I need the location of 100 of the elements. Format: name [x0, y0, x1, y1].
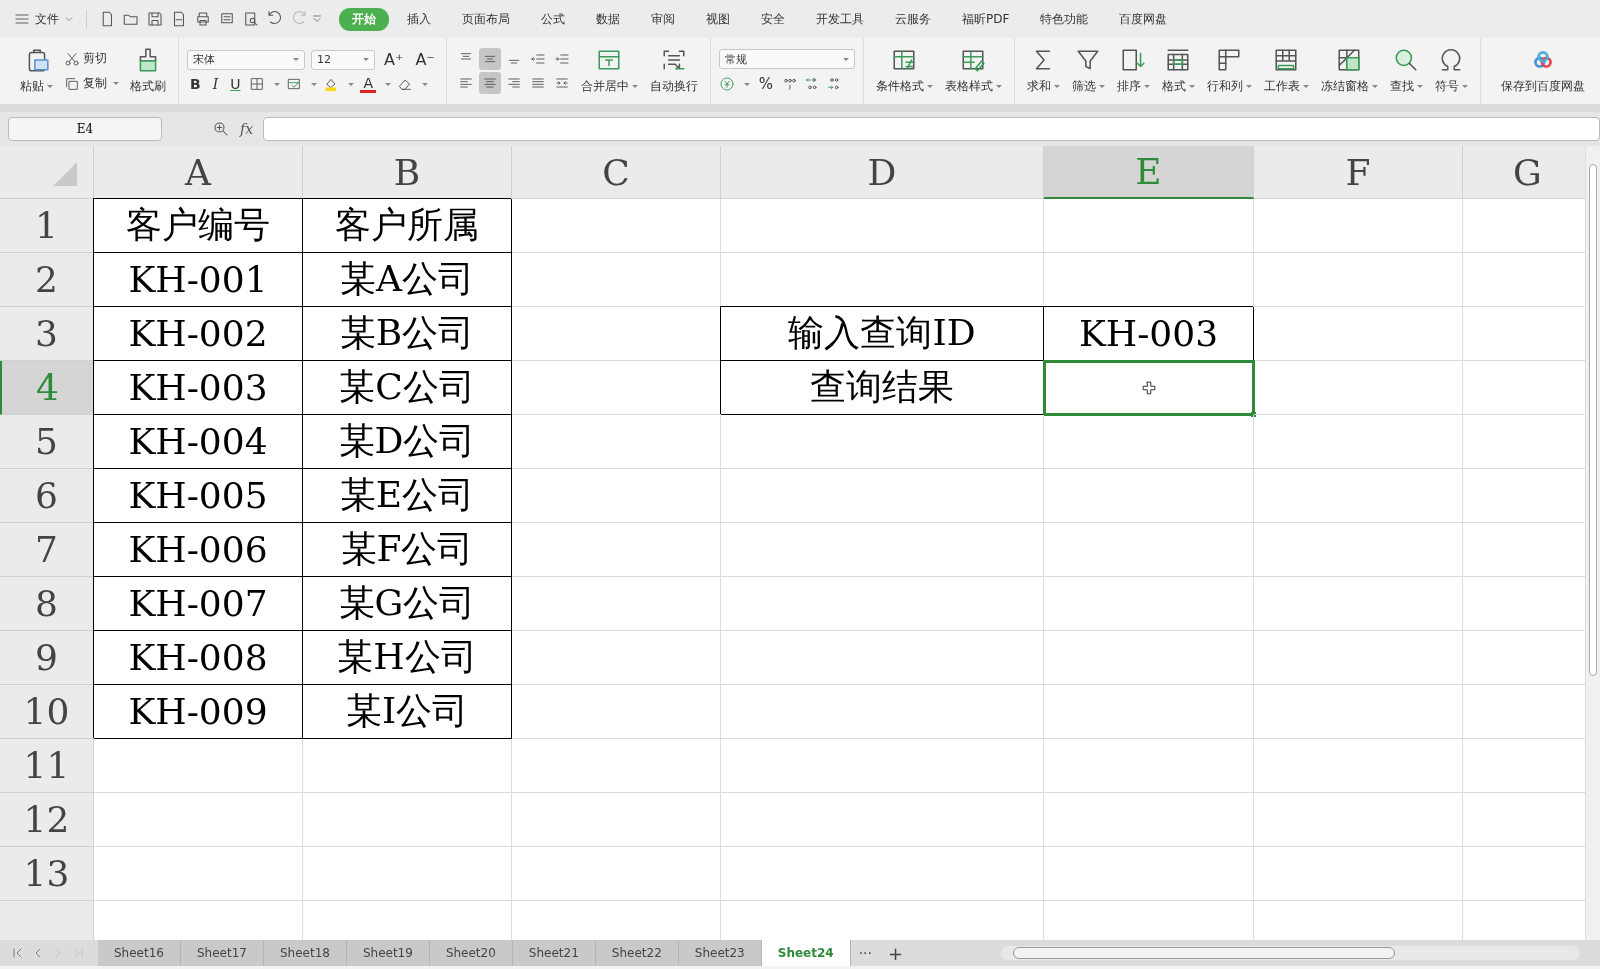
empty-cell[interactable] — [721, 523, 1044, 577]
printer-icon[interactable] — [194, 10, 212, 28]
empty-cell[interactable] — [1254, 631, 1463, 685]
rows-columns-icon[interactable] — [1216, 47, 1243, 73]
empty-cell[interactable] — [512, 739, 721, 793]
toolbar-button[interactable]: 格式 — [1157, 45, 1199, 97]
empty-cell[interactable] — [1254, 847, 1463, 901]
menu-tab[interactable]: 开发工具 — [803, 7, 877, 31]
table-cell[interactable]: 某I公司 — [303, 685, 512, 739]
grow-font-button[interactable]: A⁺ — [381, 50, 407, 69]
select-all-triangle-icon[interactable] — [51, 160, 79, 188]
empty-cell[interactable] — [721, 631, 1044, 685]
empty-cell[interactable] — [1254, 685, 1463, 739]
toolbar-button[interactable]: 复制 — [61, 74, 122, 93]
table-cell[interactable]: KH-005 — [94, 469, 303, 523]
magnifier-page-icon[interactable] — [242, 10, 260, 28]
row-header[interactable]: 5 — [0, 415, 94, 469]
table-cell[interactable]: 某B公司 — [303, 307, 512, 361]
sheet-tab[interactable]: Sheet21 — [512, 940, 596, 966]
empty-cell[interactable] — [512, 793, 721, 847]
table-cell[interactable]: 某A公司 — [303, 253, 512, 307]
vertical-scrollbar[interactable] — [1585, 146, 1600, 940]
empty-cell[interactable] — [512, 577, 721, 631]
zoom-icon[interactable] — [212, 120, 230, 138]
row-header[interactable]: 1 — [0, 199, 94, 253]
table-cell[interactable]: KH-003 — [94, 361, 303, 415]
toolbar-button[interactable]: 剪切 — [61, 49, 122, 68]
name-box[interactable]: E4 — [8, 117, 162, 141]
menu-tab[interactable]: 页面布局 — [449, 7, 523, 31]
row-header[interactable]: 2 — [0, 253, 94, 307]
table-cell[interactable]: KH-009 — [94, 685, 303, 739]
empty-cell[interactable] — [1254, 415, 1463, 469]
empty-cell[interactable] — [1254, 361, 1463, 415]
table-cell[interactable]: 某G公司 — [303, 577, 512, 631]
toolbar-button[interactable]: 表格样式 — [940, 45, 1006, 97]
toolbar-button[interactable]: 筛选 — [1067, 45, 1109, 97]
menu-tab[interactable]: 视图 — [693, 7, 743, 31]
empty-cell[interactable] — [512, 847, 721, 901]
percent-button[interactable]: % — [755, 75, 777, 93]
row-header[interactable]: 10 — [0, 685, 94, 739]
row-header[interactable]: 12 — [0, 793, 94, 847]
toolbar-button[interactable]: 符号 — [1430, 45, 1472, 97]
empty-cell[interactable] — [721, 685, 1044, 739]
table-cell[interactable]: 输入查询ID — [721, 307, 1044, 361]
sheet-tab[interactable]: Sheet17 — [180, 940, 264, 966]
menu-tab[interactable]: 插入 — [394, 7, 444, 31]
toolbar-button[interactable]: 合并居中 — [576, 45, 642, 97]
table-cell[interactable]: KH-007 — [94, 577, 303, 631]
bold-button[interactable]: B — [187, 76, 204, 92]
scissors-icon[interactable] — [64, 50, 80, 67]
formula-input-field[interactable] — [263, 117, 1600, 141]
sheet-tab[interactable]: Sheet24 — [761, 940, 851, 966]
empty-cell[interactable] — [1044, 739, 1254, 793]
table-format-icon[interactable] — [1165, 47, 1192, 73]
empty-cell[interactable] — [1044, 631, 1254, 685]
empty-cell[interactable] — [1254, 739, 1463, 793]
sheet-tab[interactable]: Sheet18 — [263, 940, 347, 966]
thousands-separator-icon[interactable] — [782, 76, 799, 92]
cloud-save-button[interactable]: 保存到百度网盘 — [1496, 45, 1589, 97]
save-icon[interactable] — [146, 10, 164, 28]
sort-icon[interactable] — [1120, 47, 1147, 73]
menu-icon[interactable] — [14, 11, 30, 27]
selected-cell[interactable] — [1044, 361, 1254, 415]
empty-cell[interactable] — [512, 685, 721, 739]
row-header[interactable] — [0, 901, 94, 940]
table-cell[interactable]: 客户所属 — [303, 199, 512, 253]
row-header[interactable]: 11 — [0, 739, 94, 793]
empty-cell[interactable] — [303, 847, 512, 901]
menu-tab[interactable]: 安全 — [748, 7, 798, 31]
customize-caret-icon[interactable] — [311, 13, 323, 25]
table-cell[interactable]: KH-003 — [1044, 307, 1254, 361]
column-header[interactable]: F — [1254, 146, 1463, 199]
more-sheets-button[interactable]: ··· — [850, 945, 880, 961]
empty-cell[interactable] — [512, 253, 721, 307]
empty-cell[interactable] — [1254, 253, 1463, 307]
first-sheet-icon[interactable] — [12, 947, 24, 959]
empty-cell[interactable] — [1254, 793, 1463, 847]
sheet-tab[interactable]: Sheet22 — [595, 940, 679, 966]
sheet-tab[interactable]: Sheet16 — [98, 940, 181, 966]
number-format-field[interactable]: 常规 — [718, 49, 855, 69]
menu-tab[interactable]: 公式 — [528, 7, 578, 31]
empty-cell[interactable] — [1254, 577, 1463, 631]
empty-cell[interactable] — [721, 199, 1044, 253]
menu-tab[interactable]: 审阅 — [638, 7, 688, 31]
column-header[interactable]: D — [721, 146, 1044, 199]
empty-cell[interactable] — [512, 469, 721, 523]
toolbar-button[interactable]: 工作表 — [1259, 45, 1313, 97]
shrink-font-button[interactable]: A⁻ — [412, 50, 438, 69]
font-color-button[interactable]: A — [360, 75, 377, 93]
fill-pattern-icon[interactable] — [286, 76, 303, 92]
column-header[interactable]: A — [94, 146, 303, 199]
row-header[interactable]: 13 — [0, 847, 94, 901]
empty-cell[interactable] — [1254, 307, 1463, 361]
table-cell[interactable]: 某C公司 — [303, 361, 512, 415]
column-header[interactable]: B — [303, 146, 512, 199]
chevron-down-icon[interactable] — [64, 14, 74, 24]
sheet-tab[interactable]: Sheet23 — [678, 940, 762, 966]
empty-cell[interactable] — [512, 631, 721, 685]
currency-icon[interactable] — [718, 76, 735, 92]
empty-cell[interactable] — [1254, 523, 1463, 577]
